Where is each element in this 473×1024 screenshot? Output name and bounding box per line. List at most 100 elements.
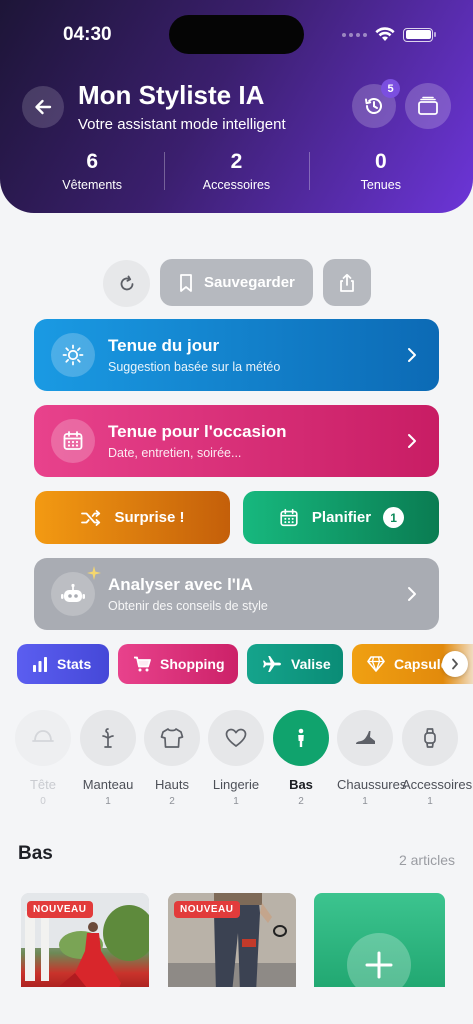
category-tete[interactable]: Tête 0 bbox=[15, 710, 71, 807]
surprise-label: Surprise ! bbox=[114, 509, 185, 526]
category-selector: Tête 0 Manteau 1 Hauts 2 Lingerie 1 Bas … bbox=[15, 710, 473, 830]
item-card[interactable]: NOUVEAU bbox=[21, 893, 149, 993]
analyze-ai-card[interactable]: Analyser avec l'IA Obtenir des conseils … bbox=[34, 558, 439, 630]
diamond-icon bbox=[367, 656, 385, 672]
card-subtitle: Obtenir des conseils de style bbox=[108, 599, 268, 613]
shirt-icon bbox=[144, 710, 200, 766]
category-manteau[interactable]: Manteau 1 bbox=[80, 710, 136, 807]
robot-icon bbox=[51, 566, 101, 616]
plane-icon bbox=[263, 656, 281, 672]
signal-icon bbox=[342, 32, 367, 37]
occasion-outfit-card[interactable]: Tenue pour l'occasion Date, entretien, s… bbox=[34, 405, 439, 477]
category-chaussures[interactable]: Chaussures 1 bbox=[337, 710, 406, 807]
category-count: 2 bbox=[169, 796, 175, 807]
status-time: 04:30 bbox=[63, 24, 112, 45]
chip-label: Stats bbox=[57, 656, 92, 672]
plan-count-badge: 1 bbox=[383, 507, 405, 528]
page-title: Mon Styliste IA bbox=[78, 80, 265, 110]
shuffle-icon bbox=[81, 509, 101, 526]
heart-icon bbox=[208, 710, 264, 766]
stat-label: Vêtements bbox=[62, 178, 123, 192]
chip-valise[interactable]: Valise bbox=[247, 644, 343, 684]
new-badge: NOUVEAU bbox=[174, 901, 240, 918]
category-label: Tête bbox=[29, 777, 56, 792]
add-item-button[interactable] bbox=[347, 933, 411, 993]
chip-label: Capsule bbox=[394, 656, 449, 672]
save-label: Sauvegarder bbox=[204, 274, 295, 291]
chip-label: Shopping bbox=[160, 656, 225, 672]
save-button[interactable]: Sauvegarder bbox=[160, 259, 313, 306]
tools-chip-row[interactable]: Stats Shopping Valise Capsule bbox=[17, 644, 473, 684]
card-title: Tenue pour l'occasion bbox=[108, 422, 287, 441]
category-label: Manteau bbox=[82, 777, 134, 792]
category-count: 1 bbox=[233, 796, 239, 807]
category-label: Hauts bbox=[155, 777, 189, 792]
chevron-right-icon bbox=[452, 658, 458, 670]
cart-icon bbox=[134, 656, 151, 672]
category-count: 0 bbox=[40, 796, 46, 807]
category-label: Accessoires bbox=[402, 777, 473, 792]
back-button[interactable] bbox=[22, 86, 64, 128]
scroll-right-button[interactable] bbox=[442, 651, 468, 677]
item-card[interactable]: NOUVEAU bbox=[168, 893, 296, 993]
stats-bar: 6 Vêtements 2 Accessoires 0 Tenues bbox=[20, 150, 453, 194]
refresh-icon bbox=[120, 275, 133, 290]
app-screen: 04:30 Mon Styliste IA Votre assistant mo… bbox=[0, 0, 473, 1024]
surprise-button[interactable]: Surprise ! bbox=[35, 491, 230, 544]
wardrobe-icon bbox=[418, 96, 438, 115]
person-icon bbox=[273, 710, 329, 766]
category-count: 1 bbox=[427, 796, 433, 807]
plus-icon bbox=[365, 951, 393, 979]
card-title: Tenue du jour bbox=[108, 336, 220, 355]
refresh-button[interactable] bbox=[103, 260, 150, 307]
hat-icon bbox=[15, 710, 71, 766]
category-label: Lingerie bbox=[212, 777, 260, 792]
wifi-icon bbox=[375, 27, 395, 41]
category-label: Bas bbox=[289, 777, 313, 792]
stat-label: Tenues bbox=[360, 178, 401, 192]
chip-label: Valise bbox=[291, 656, 331, 672]
calendar-icon bbox=[280, 508, 298, 526]
share-button[interactable] bbox=[323, 259, 371, 306]
stat-value: 6 bbox=[86, 150, 98, 173]
category-accessoires[interactable]: Accessoires 1 bbox=[402, 710, 473, 807]
stat-value: 0 bbox=[374, 150, 387, 173]
stat-accessoires: 2 Accessoires bbox=[164, 150, 308, 194]
hanger-icon bbox=[80, 710, 136, 766]
section-title: Bas bbox=[18, 843, 53, 864]
chevron-right-icon bbox=[408, 587, 416, 601]
sparkle-icon bbox=[87, 566, 101, 580]
category-count: 1 bbox=[105, 796, 111, 807]
status-icons bbox=[342, 27, 436, 42]
chip-stats[interactable]: Stats bbox=[17, 644, 109, 684]
watch-icon bbox=[402, 710, 458, 766]
category-lingerie[interactable]: Lingerie 1 bbox=[208, 710, 264, 807]
chip-shopping[interactable]: Shopping bbox=[118, 644, 238, 684]
category-bas[interactable]: Bas 2 bbox=[273, 710, 329, 807]
chevron-right-icon bbox=[408, 434, 416, 448]
category-count: 1 bbox=[362, 796, 368, 807]
shoe-icon bbox=[337, 710, 393, 766]
history-icon bbox=[365, 98, 382, 114]
stat-tenues: 0 Tenues bbox=[308, 150, 453, 194]
category-hauts[interactable]: Hauts 2 bbox=[144, 710, 200, 807]
add-item-card[interactable] bbox=[314, 893, 445, 993]
outfit-of-the-day-card[interactable]: Tenue du jour Suggestion basée sur la mé… bbox=[34, 319, 439, 391]
card-subtitle: Date, entretien, soirée... bbox=[108, 446, 242, 460]
section-count: 2 articles bbox=[398, 852, 455, 868]
bookmark-icon bbox=[180, 273, 192, 292]
stat-vetements: 6 Vêtements bbox=[20, 150, 164, 194]
wardrobe-button[interactable] bbox=[405, 83, 451, 129]
dynamic-island bbox=[169, 15, 304, 54]
card-title: Analyser avec l'IA bbox=[108, 575, 253, 594]
category-count: 2 bbox=[298, 796, 304, 807]
plan-label: Planifier bbox=[311, 509, 372, 526]
calendar-icon bbox=[51, 419, 95, 463]
page-subtitle: Votre assistant mode intelligent bbox=[78, 116, 286, 133]
history-badge: 5 bbox=[381, 79, 400, 98]
chevron-right-icon bbox=[408, 348, 416, 362]
card-subtitle: Suggestion basée sur la météo bbox=[108, 360, 281, 374]
battery-icon bbox=[403, 27, 436, 42]
plan-button[interactable]: Planifier 1 bbox=[243, 491, 439, 544]
share-icon bbox=[340, 273, 354, 292]
